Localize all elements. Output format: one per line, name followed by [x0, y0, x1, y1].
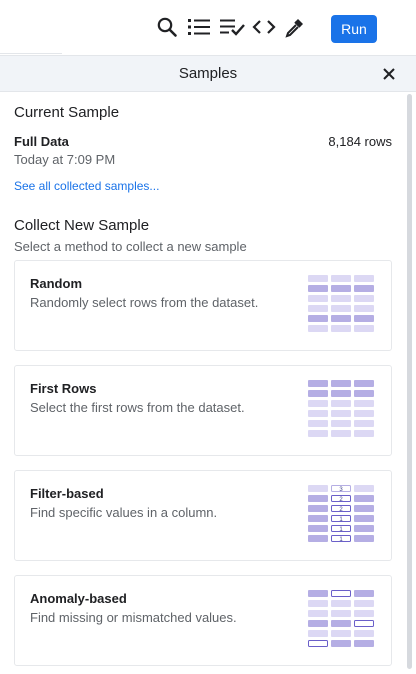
current-sample-name: Full Data [14, 134, 69, 149]
panel-title: Samples [178, 65, 238, 82]
code-icon[interactable] [251, 14, 277, 40]
collect-new-sample-heading: Collect New Sample [14, 217, 150, 234]
samples-panel-header: Samples [0, 55, 416, 92]
collect-subtitle: Select a method to collect a new sample [14, 239, 247, 254]
samples-panel-content: Current Sample Full Data 8,184 rows Toda… [0, 93, 416, 674]
list-icon[interactable] [186, 14, 212, 40]
toolbar-divider [0, 53, 62, 54]
see-all-samples-link[interactable]: See all collected samples... [14, 179, 159, 193]
first-rows-icon [308, 380, 374, 437]
current-sample-timestamp: Today at 7:09 PM [14, 152, 116, 167]
current-sample-row-count: 8,184 rows [328, 134, 392, 149]
anomaly-based-icon [308, 590, 374, 647]
method-description: Randomly select rows from the dataset. [30, 295, 259, 310]
method-title: Filter-based [30, 486, 104, 501]
method-card-first-rows[interactable]: First Rows Select the first rows from th… [14, 365, 392, 456]
method-title: Random [30, 276, 82, 291]
current-sample-heading: Current Sample [14, 104, 120, 121]
method-description: Find specific values in a column. [30, 505, 218, 520]
method-description: Select the first rows from the dataset. [30, 400, 245, 415]
toolbar: Run [0, 0, 416, 56]
method-card-random[interactable]: Random Randomly select rows from the dat… [14, 260, 392, 351]
panel-scrollbar[interactable] [407, 94, 412, 669]
method-title: Anomaly-based [30, 591, 127, 606]
method-card-filter-based[interactable]: Filter-based Find specific values in a c… [14, 470, 392, 561]
checklist-icon[interactable] [219, 14, 245, 40]
search-icon[interactable] [154, 14, 180, 40]
random-sample-icon [308, 275, 374, 332]
eyedropper-icon[interactable] [282, 14, 308, 40]
method-card-anomaly-based[interactable]: Anomaly-based Find missing or mismatched… [14, 575, 392, 666]
method-description: Find missing or mismatched values. [30, 610, 237, 625]
run-button[interactable]: Run [331, 15, 377, 43]
method-title: First Rows [30, 381, 97, 396]
filter-based-icon: 3 2 2 1 1 1 [308, 485, 374, 543]
close-icon[interactable] [380, 65, 398, 83]
